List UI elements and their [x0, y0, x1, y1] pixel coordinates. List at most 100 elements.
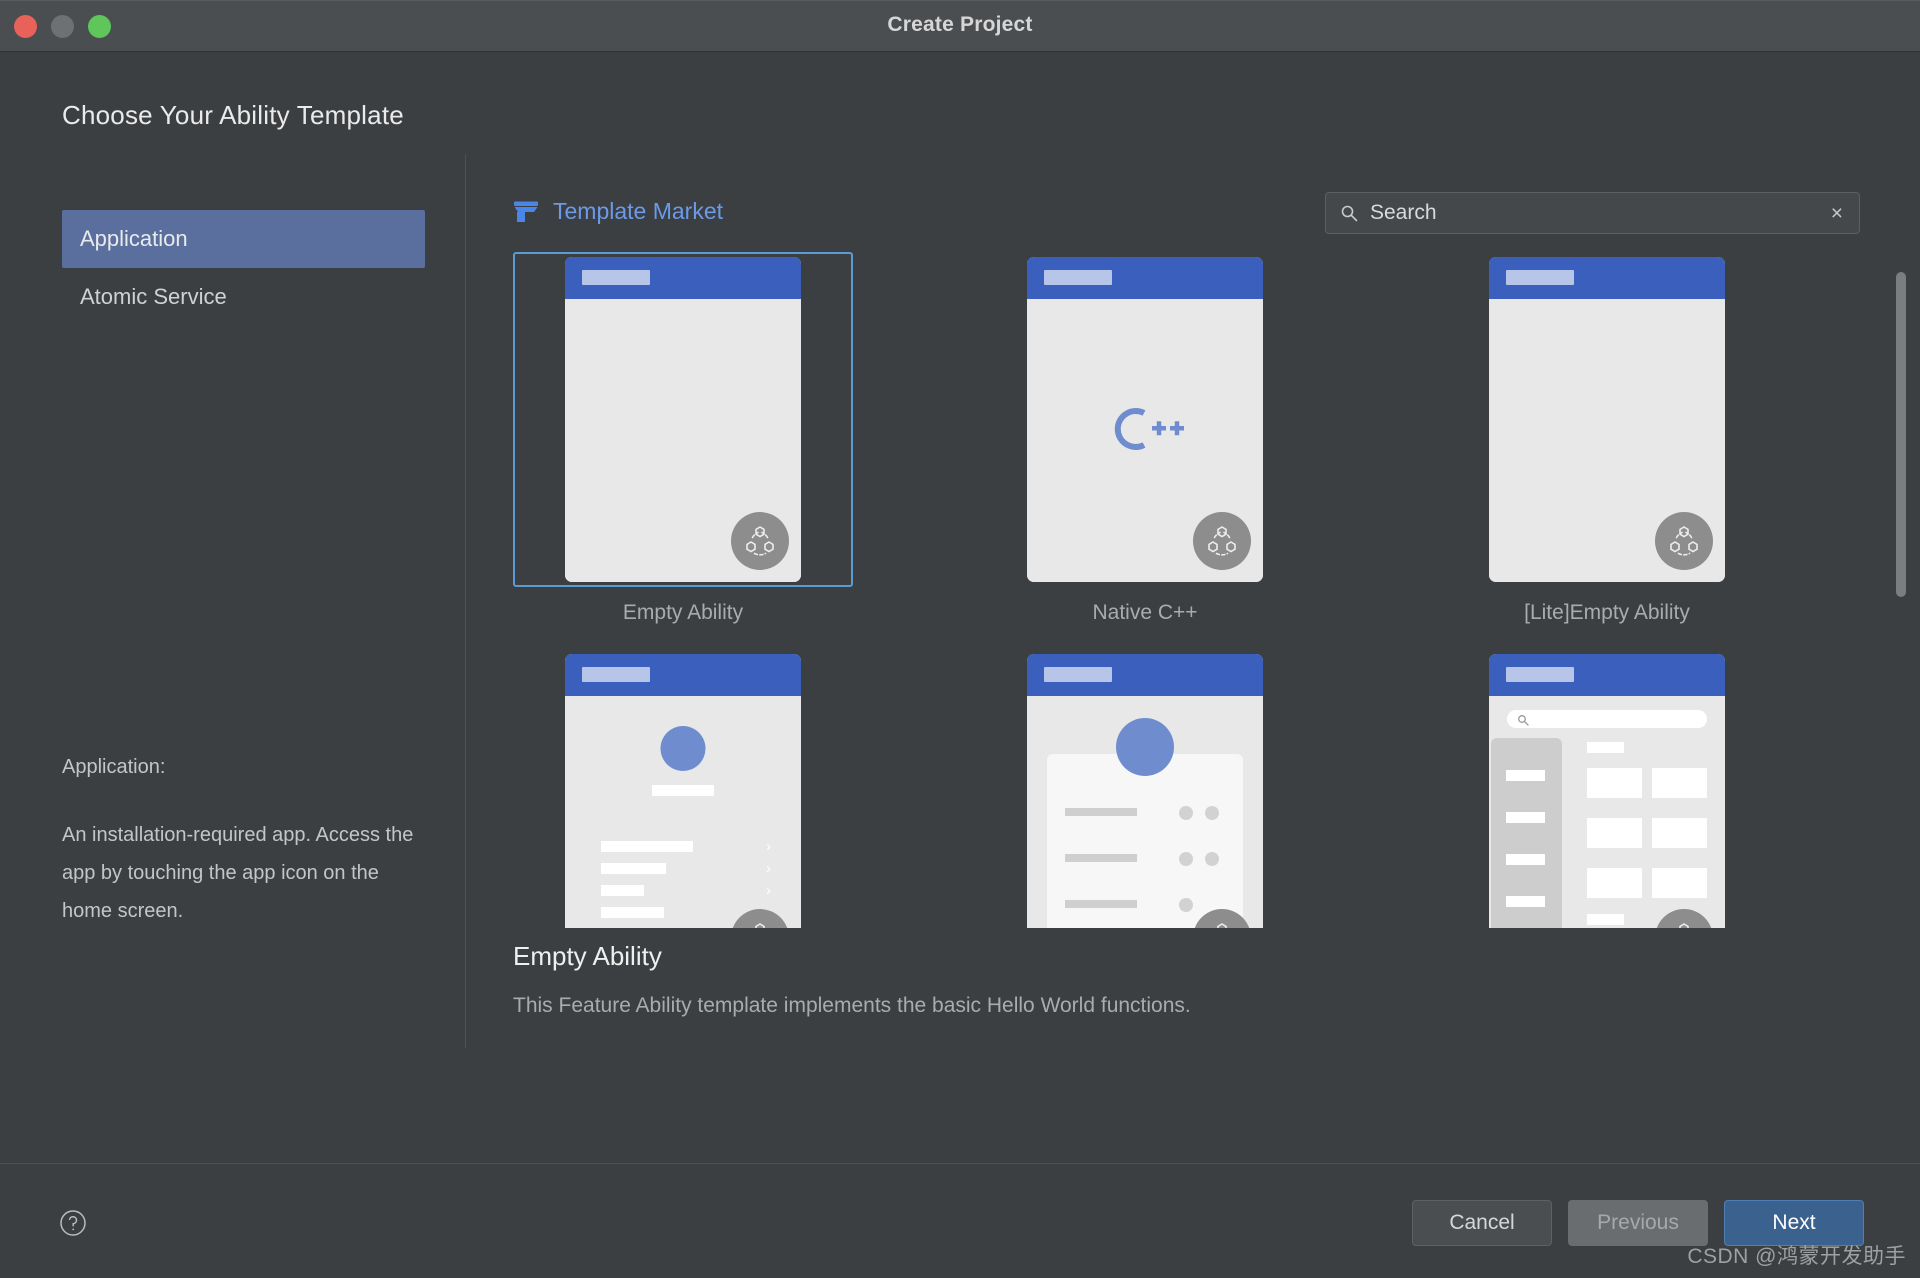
mock-screen [1027, 696, 1263, 928]
mock-row-bar [601, 841, 693, 852]
sidebar-item-label: Application [80, 226, 188, 251]
template-market-link[interactable]: Template Market [513, 198, 723, 225]
sidebar-item-label: Atomic Service [80, 284, 227, 309]
title-bar: Create Project [0, 0, 1920, 52]
mock-row-bar [1065, 808, 1137, 816]
phone-mockup: › › › › [565, 654, 801, 928]
chevron-right-icon: › [766, 882, 771, 899]
template-grid-scrollbar[interactable] [1896, 264, 1906, 928]
help-icon[interactable] [58, 1208, 88, 1238]
harmonyos-badge-icon [1193, 512, 1251, 570]
sidebar-item-application[interactable]: Application [62, 210, 425, 268]
template-detail-title: Empty Ability [513, 941, 662, 971]
sidebar-item-atomic-service[interactable]: Atomic Service [62, 268, 425, 326]
mock-app-bar [1027, 654, 1263, 696]
cancel-button[interactable]: Cancel [1412, 1200, 1552, 1246]
template-card-catalog[interactable] [1437, 649, 1777, 928]
template-card-label: Empty Ability [622, 601, 744, 624]
mock-app-bar [1489, 654, 1725, 696]
template-preview-frame [975, 649, 1315, 928]
template-card-card-dots[interactable] [975, 649, 1315, 928]
search-input[interactable] [1358, 201, 1827, 225]
mock-dot [1179, 852, 1193, 866]
mock-screen [1489, 299, 1725, 582]
category-description-label: Application: [62, 756, 166, 778]
harmonyos-badge-icon [731, 909, 789, 928]
mock-sidebar-item [1506, 854, 1545, 865]
right-panel: Template Market × [466, 154, 1920, 1048]
template-card-label: Native C++ [1092, 601, 1198, 624]
search-box[interactable]: × [1325, 192, 1860, 234]
template-preview-frame [513, 252, 853, 587]
mock-app-bar [565, 654, 801, 696]
mock-app-bar [1489, 257, 1725, 299]
clear-search-icon[interactable]: × [1827, 201, 1847, 226]
category-description-text: An installation-required app. Access the… [62, 824, 414, 922]
template-detail: Empty Ability This Feature Ability templ… [513, 941, 1872, 1018]
dialog-body: Choose Your Ability Template Application… [0, 52, 1920, 1163]
content-row: Application Atomic Service Application: … [0, 154, 1920, 1048]
mock-dot [1205, 806, 1219, 820]
phone-mockup [565, 257, 801, 582]
harmonyos-badge-icon [1655, 512, 1713, 570]
mock-avatar [1116, 718, 1174, 776]
template-card-lite-empty-ability[interactable]: [Lite]Empty Ability [1437, 252, 1777, 625]
mock-section-header [1587, 742, 1624, 753]
mock-row-bar [601, 863, 666, 874]
dialog-footer: Cancel Previous Next CSDN @鸿蒙开发助手 [0, 1163, 1920, 1278]
shop-icon [513, 200, 539, 224]
watermark: CSDN @鸿蒙开发助手 [1687, 1245, 1906, 1268]
search-icon [1340, 204, 1358, 222]
phone-mockup [1489, 654, 1725, 928]
template-card-label: [Lite]Empty Ability [1524, 601, 1690, 624]
window-title: Create Project [887, 13, 1033, 36]
template-card-profile-list[interactable]: › › › › [513, 649, 853, 928]
template-card-native-cpp[interactable]: Native C++ [975, 252, 1315, 625]
create-project-window: Create Project Choose Your Ability Templ… [0, 0, 1920, 1278]
harmonyos-badge-icon [1655, 909, 1713, 928]
mock-row-bar [601, 885, 644, 896]
mock-screen [1489, 696, 1725, 928]
cpp-logo-icon [1100, 399, 1190, 459]
category-list: Application Atomic Service [0, 154, 465, 326]
mock-grid-cell [1587, 868, 1642, 898]
mock-sidebar-item [1506, 812, 1545, 823]
mock-dot [1205, 852, 1219, 866]
scrollbar-thumb[interactable] [1896, 272, 1906, 597]
mock-dot [1179, 898, 1193, 912]
left-panel: Application Atomic Service Application: … [0, 154, 466, 1048]
mock-row-bar [1065, 854, 1137, 862]
phone-mockup [1489, 257, 1725, 582]
chevron-right-icon: › [766, 860, 771, 877]
mock-grid-cell [1652, 768, 1707, 798]
mock-row-bar [1065, 900, 1137, 908]
phone-mockup [1027, 257, 1263, 582]
chevron-right-icon: › [766, 838, 771, 855]
mock-grid-cell [1652, 818, 1707, 848]
page-title: Choose Your Ability Template [62, 100, 404, 130]
mock-sidebar-item [1506, 770, 1545, 781]
template-preview-frame [1437, 649, 1777, 928]
mock-screen [565, 299, 801, 582]
template-card-empty-ability[interactable]: Empty Ability [513, 252, 853, 625]
mock-section-header [1587, 914, 1624, 925]
template-preview-frame [975, 252, 1315, 587]
mock-screen: › › › › [565, 696, 801, 928]
phone-mockup [1027, 654, 1263, 928]
mock-search-bar [1507, 710, 1707, 728]
template-grid: Empty Ability Native C++ [Lite]Empty Abi… [513, 252, 1872, 928]
mock-avatar [660, 726, 706, 771]
harmonyos-badge-icon [731, 512, 789, 570]
mock-dot [1179, 806, 1193, 820]
template-preview-frame [1437, 252, 1777, 587]
mock-screen [1027, 299, 1263, 582]
mock-name-bar [652, 785, 714, 796]
mock-grid-cell [1587, 768, 1642, 798]
mock-app-bar [1027, 257, 1263, 299]
search-icon [1517, 713, 1529, 726]
mock-app-bar [565, 257, 801, 299]
template-detail-description: This Feature Ability template implements… [513, 994, 1191, 1017]
mock-grid-cell [1652, 868, 1707, 898]
template-preview-frame: › › › › [513, 649, 853, 928]
category-description: Application: An installation-required ap… [62, 748, 432, 930]
